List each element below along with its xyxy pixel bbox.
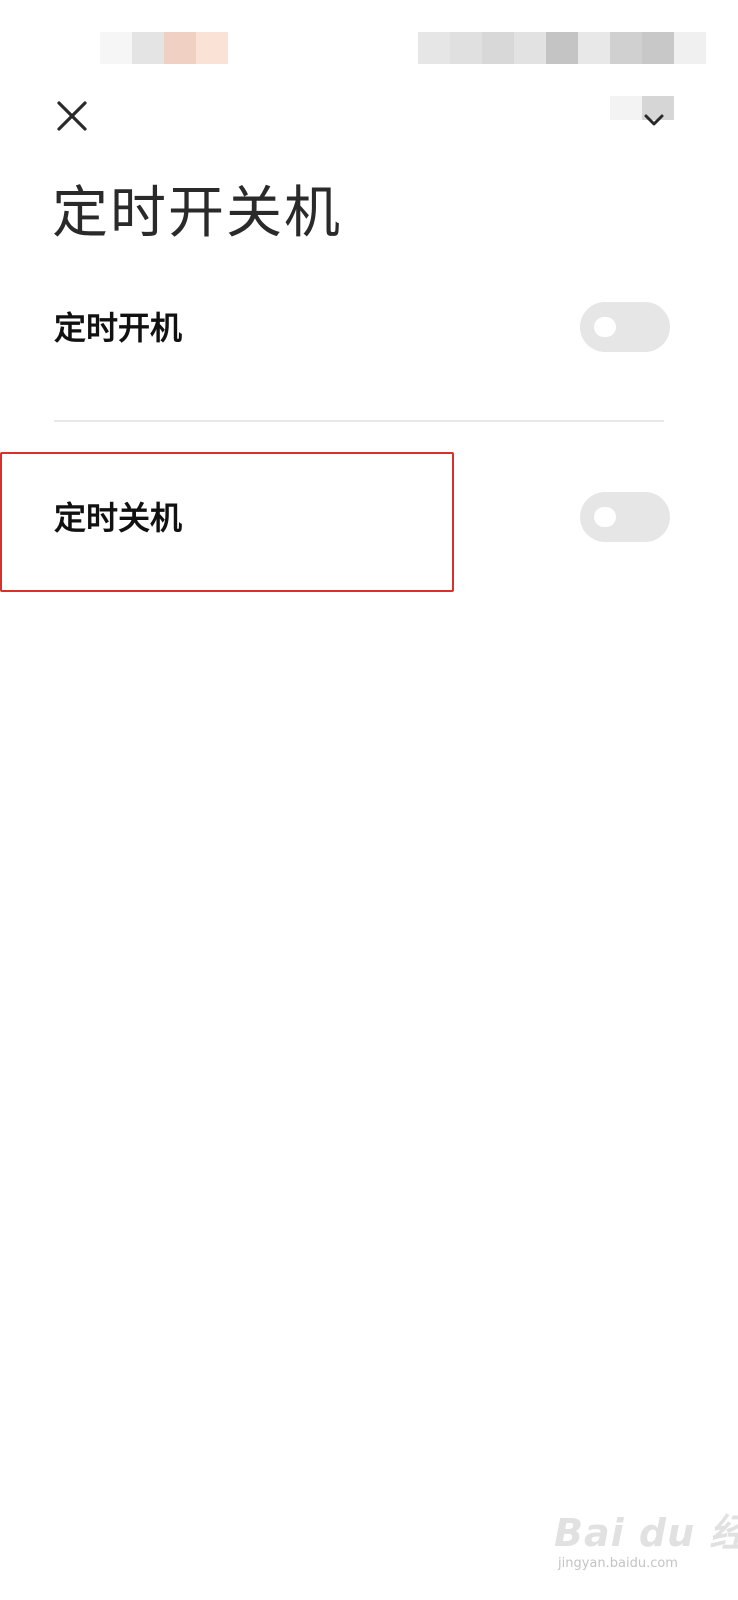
blurred-pixel [674, 32, 706, 64]
blurred-pixel [418, 32, 450, 64]
watermark-url: jingyan.baidu.com [558, 1556, 678, 1571]
setting-label: 定时开机 [54, 309, 183, 347]
chevron-down-icon [644, 114, 664, 126]
scheduled-power-off-toggle[interactable] [580, 492, 670, 542]
blurred-region [610, 96, 642, 120]
blurred-pixel [482, 32, 514, 64]
scheduled-power-on-toggle[interactable] [580, 302, 670, 352]
blurred-pixel [164, 32, 196, 64]
blurred-pixel [514, 32, 546, 64]
blurred-pixel [196, 32, 228, 64]
blurred-pixel [578, 32, 610, 64]
screen: 定时开关机 定时开机 定时关机 Bai du 经验 jingyan.baidu.… [0, 0, 738, 1600]
blurred-pixel [642, 32, 674, 64]
blurred-pixel [100, 32, 132, 64]
status-bar-right-blurred [418, 32, 706, 64]
more-options-button[interactable] [610, 94, 680, 138]
divider [54, 420, 664, 422]
blurred-pixel [610, 32, 642, 64]
watermark-text: Bai du 经验 [554, 1511, 738, 1555]
status-bar [0, 0, 738, 80]
blurred-pixel [132, 32, 164, 64]
close-icon [57, 101, 87, 131]
toggle-knob [594, 507, 616, 527]
page-title: 定时开关机 [52, 181, 342, 246]
close-button[interactable] [50, 94, 94, 138]
setting-row-scheduled-power-off[interactable]: 定时关机 [0, 468, 738, 568]
setting-row-scheduled-power-on[interactable]: 定时开机 [0, 278, 738, 378]
baidu-jingyan-watermark: Bai du 经验 jingyan.baidu.com [554, 1494, 738, 1578]
setting-label: 定时关机 [54, 499, 183, 537]
blurred-pixel [450, 32, 482, 64]
blurred-pixel [546, 32, 578, 64]
toggle-knob [594, 317, 616, 337]
status-bar-left-blurred [100, 32, 228, 64]
